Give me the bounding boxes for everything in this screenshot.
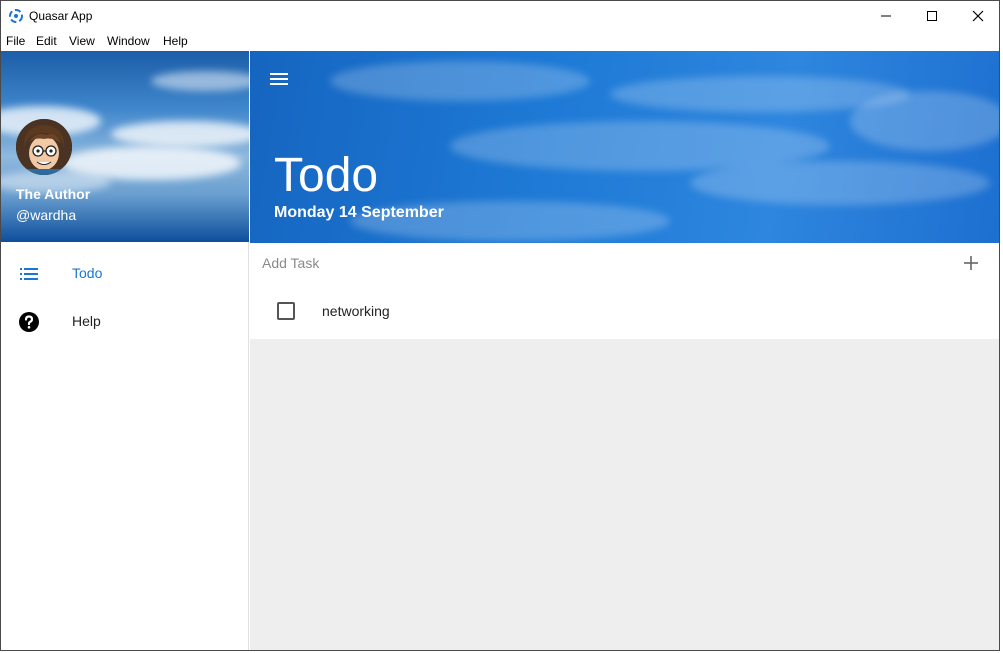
navigation-drawer: The Author @wardha Todo Help bbox=[1, 51, 249, 650]
author-name: The Author bbox=[16, 186, 91, 202]
page-title: Todo bbox=[274, 149, 379, 202]
hamburger-menu-icon bbox=[270, 73, 288, 85]
app-window: Quasar App File Edit View Window Help Th… bbox=[0, 0, 1000, 651]
add-task-bar bbox=[250, 243, 999, 283]
maximize-icon bbox=[927, 11, 937, 21]
task-list: networking bbox=[250, 283, 999, 339]
nav-item-label: Help bbox=[72, 313, 101, 329]
title-bar[interactable]: Quasar App bbox=[1, 1, 999, 31]
drawer-header-image: The Author @wardha bbox=[1, 51, 249, 242]
page-header: Todo Monday 14 September bbox=[250, 51, 999, 243]
maximize-button[interactable] bbox=[909, 1, 955, 31]
task-label: networking bbox=[322, 303, 390, 319]
menu-file[interactable]: File bbox=[6, 34, 25, 48]
add-task-input[interactable] bbox=[262, 253, 942, 273]
page-date: Monday 14 September bbox=[274, 204, 444, 221]
close-icon bbox=[972, 10, 984, 22]
nav-item-label: Todo bbox=[72, 265, 103, 281]
nav-item-todo[interactable]: Todo bbox=[1, 250, 249, 298]
add-task-button[interactable] bbox=[959, 251, 983, 275]
author-avatar-illustration bbox=[16, 119, 72, 175]
minimize-button[interactable] bbox=[863, 1, 909, 31]
minimize-icon bbox=[881, 15, 891, 17]
menu-toggle-button[interactable] bbox=[267, 67, 291, 91]
close-button[interactable] bbox=[955, 1, 999, 31]
task-row[interactable]: networking bbox=[250, 283, 999, 339]
window-title: Quasar App bbox=[29, 9, 93, 23]
plus-icon bbox=[964, 256, 978, 270]
task-checkbox[interactable] bbox=[277, 302, 295, 320]
menu-view[interactable]: View bbox=[69, 34, 95, 48]
menu-edit[interactable]: Edit bbox=[36, 34, 57, 48]
quasar-logo-icon bbox=[9, 9, 23, 23]
avatar bbox=[16, 119, 72, 175]
menu-help[interactable]: Help bbox=[163, 34, 188, 48]
nav-item-help[interactable]: Help bbox=[1, 298, 249, 346]
help-circle-icon bbox=[19, 312, 39, 332]
main-content: Todo Monday 14 September networking bbox=[250, 51, 999, 650]
menu-window[interactable]: Window bbox=[107, 34, 150, 48]
menu-bar: File Edit View Window Help bbox=[1, 31, 999, 51]
author-handle: @wardha bbox=[16, 207, 77, 223]
list-icon bbox=[20, 268, 38, 280]
